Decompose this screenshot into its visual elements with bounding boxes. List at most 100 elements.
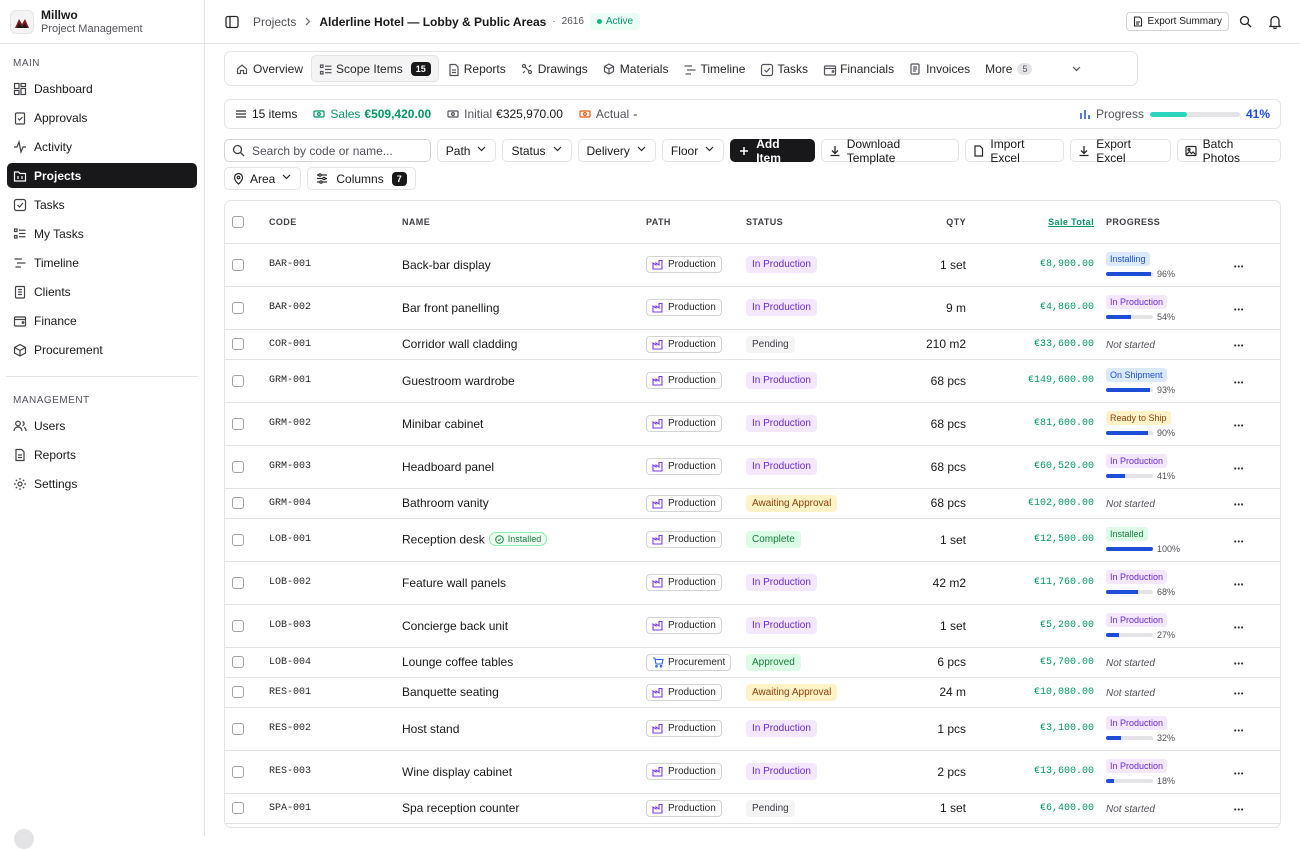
export-excel-button[interactable]: Export Excel — [1070, 137, 1171, 165]
table-row[interactable]: LOB-003 Concierge back unit Production In P… — [225, 604, 1280, 648]
crumb-projects[interactable]: Projects — [253, 15, 296, 29]
sidebar-toggle-icon[interactable] — [225, 15, 239, 29]
tab-financials[interactable]: Financials — [816, 55, 901, 82]
table-row[interactable]: LOB-004 Lounge coffee tables Procurement Ap… — [225, 647, 1280, 678]
col-progress[interactable]: PROGRESS — [1106, 201, 1216, 244]
sidebar-item-settings[interactable]: Settings — [7, 471, 197, 496]
item-name[interactable]: Corridor wall cladding — [402, 337, 517, 351]
sidebar-item-timeline[interactable]: Timeline — [7, 250, 197, 275]
floor-filter[interactable]: Floor — [661, 139, 725, 162]
item-name[interactable]: Bathroom vanity — [402, 496, 489, 510]
more-actions-icon[interactable]: ••• — [1216, 807, 1244, 814]
search-input[interactable]: Search by code or name... — [224, 139, 431, 162]
more-actions-icon[interactable]: ••• — [1216, 466, 1244, 473]
item-name[interactable]: Guestroom wardrobe — [402, 374, 515, 388]
row-checkbox[interactable] — [232, 417, 244, 430]
row-checkbox[interactable] — [232, 258, 244, 271]
select-all-checkbox[interactable] — [232, 215, 244, 228]
table-row[interactable]: RES-001 Banquette seating Production Awaiti… — [225, 677, 1280, 708]
avatar[interactable] — [14, 829, 34, 849]
row-checkbox[interactable] — [232, 619, 244, 632]
more-actions-icon[interactable]: ••• — [1216, 264, 1244, 271]
table-row[interactable]: BAR-001 Back-bar display Production In Prod… — [225, 243, 1280, 287]
more-actions-icon[interactable]: ••• — [1216, 307, 1244, 314]
batch-photos-button[interactable]: Batch Photos — [1176, 137, 1282, 165]
tab-overview[interactable]: Overview — [229, 55, 310, 82]
table-row[interactable]: BAR-002 Bar front panelling Production In P… — [225, 286, 1280, 330]
col-code[interactable]: CODE — [269, 201, 402, 244]
row-checkbox[interactable] — [232, 802, 244, 814]
item-name[interactable]: Minibar cabinet — [402, 417, 483, 431]
table-row[interactable]: GRM-002 Minibar cabinet Production In Produ… — [225, 402, 1280, 446]
path-filter[interactable]: Path — [436, 139, 497, 162]
search-icon[interactable] — [1239, 15, 1252, 28]
item-name[interactable]: Spa reception counter — [402, 801, 519, 815]
col-qty[interactable]: QTY — [881, 201, 974, 244]
item-name[interactable]: Bar front panelling — [402, 301, 499, 315]
item-name[interactable]: Reception desk — [402, 533, 485, 547]
table-row[interactable]: RES-003 Wine display cabinet Production In … — [225, 750, 1280, 794]
row-checkbox[interactable] — [232, 301, 244, 314]
brand[interactable]: Millwo Project Management — [0, 0, 204, 44]
item-name[interactable]: Concierge back unit — [402, 619, 508, 633]
item-name[interactable]: Banquette seating — [402, 685, 499, 699]
row-checkbox[interactable] — [232, 374, 244, 387]
table-row[interactable]: LOB-002 Feature wall panels Production In P… — [225, 561, 1280, 605]
delivery-filter[interactable]: Delivery — [577, 139, 656, 162]
item-name[interactable]: Lounge coffee tables — [402, 655, 513, 669]
sidebar-item-projects[interactable]: Projects — [7, 163, 197, 188]
sidebar-item-my-tasks[interactable]: My Tasks — [7, 221, 197, 246]
more-actions-icon[interactable]: ••• — [1216, 625, 1244, 632]
row-checkbox[interactable] — [232, 533, 244, 546]
row-checkbox[interactable] — [232, 460, 244, 473]
table-row[interactable]: GRM-004 Bathroom vanity Production Awaiting… — [225, 488, 1280, 519]
table-row[interactable]: GRM-003 Headboard panel Production In Produ… — [225, 445, 1280, 489]
tab-invoices[interactable]: Invoices — [902, 55, 977, 82]
more-actions-icon[interactable]: ••• — [1216, 380, 1244, 387]
download-template-button[interactable]: Download Template — [820, 137, 959, 165]
more-actions-icon[interactable]: ••• — [1216, 582, 1244, 589]
row-checkbox[interactable] — [232, 338, 244, 350]
table-row[interactable]: RES-002 Host stand Production In Production… — [225, 707, 1280, 751]
more-actions-icon[interactable]: ••• — [1216, 343, 1244, 350]
sidebar-item-activity[interactable]: Activity — [7, 134, 197, 159]
more-actions-icon[interactable]: ••• — [1216, 728, 1244, 735]
tab-scope-items[interactable]: Scope Items 15 — [311, 55, 439, 82]
col-status[interactable]: STATUS — [746, 201, 881, 244]
tab-timeline[interactable]: Timeline — [676, 55, 752, 82]
area-filter[interactable]: Area — [224, 167, 302, 190]
item-name[interactable]: Wine display cabinet — [402, 765, 512, 779]
more-actions-icon[interactable]: ••• — [1216, 502, 1244, 509]
row-checkbox[interactable] — [232, 765, 244, 778]
item-name[interactable]: Back-bar display — [402, 258, 491, 272]
tab-reports[interactable]: Reports — [440, 55, 513, 82]
sidebar-item-tasks[interactable]: Tasks — [7, 192, 197, 217]
sidebar-item-reports[interactable]: Reports — [7, 442, 197, 467]
item-name[interactable]: Host stand — [402, 722, 459, 736]
sidebar-item-finance[interactable]: Finance — [7, 308, 197, 333]
tab-materials[interactable]: Materials — [596, 55, 676, 82]
table-row[interactable]: COR-001 Corridor wall cladding Production P… — [225, 329, 1280, 360]
more-actions-icon[interactable]: ••• — [1216, 661, 1244, 668]
item-name[interactable]: Headboard panel — [402, 460, 494, 474]
sidebar-item-dashboard[interactable]: Dashboard — [7, 76, 197, 101]
more-actions-icon[interactable]: ••• — [1216, 691, 1244, 698]
more-actions-icon[interactable]: ••• — [1216, 539, 1244, 546]
table-row[interactable]: GRM-001 Guestroom wardrobe Production In Pr… — [225, 359, 1280, 403]
row-checkbox[interactable] — [232, 656, 244, 668]
export-summary-button[interactable]: Export Summary — [1125, 12, 1229, 31]
col-name[interactable]: NAME — [402, 201, 646, 244]
item-name[interactable]: Feature wall panels — [402, 576, 506, 590]
row-checkbox[interactable] — [232, 722, 244, 735]
sidebar-item-clients[interactable]: Clients — [7, 279, 197, 304]
sidebar-item-approvals[interactable]: Approvals — [7, 105, 197, 130]
bell-icon[interactable] — [1268, 14, 1282, 29]
table-row[interactable]: LOB-001 Reception desk Installed Production… — [225, 518, 1280, 562]
sidebar-item-users[interactable]: Users — [7, 413, 197, 438]
tab-tasks[interactable]: Tasks — [753, 55, 815, 82]
status-filter[interactable]: Status — [502, 139, 572, 162]
col-sale-total[interactable]: Sale Total — [974, 201, 1106, 244]
add-item-button[interactable]: Add Item — [730, 137, 815, 165]
columns-button[interactable]: Columns 7 — [307, 167, 416, 190]
table-row[interactable]: SPA-001 Spa reception counter Production Pe… — [225, 793, 1280, 824]
